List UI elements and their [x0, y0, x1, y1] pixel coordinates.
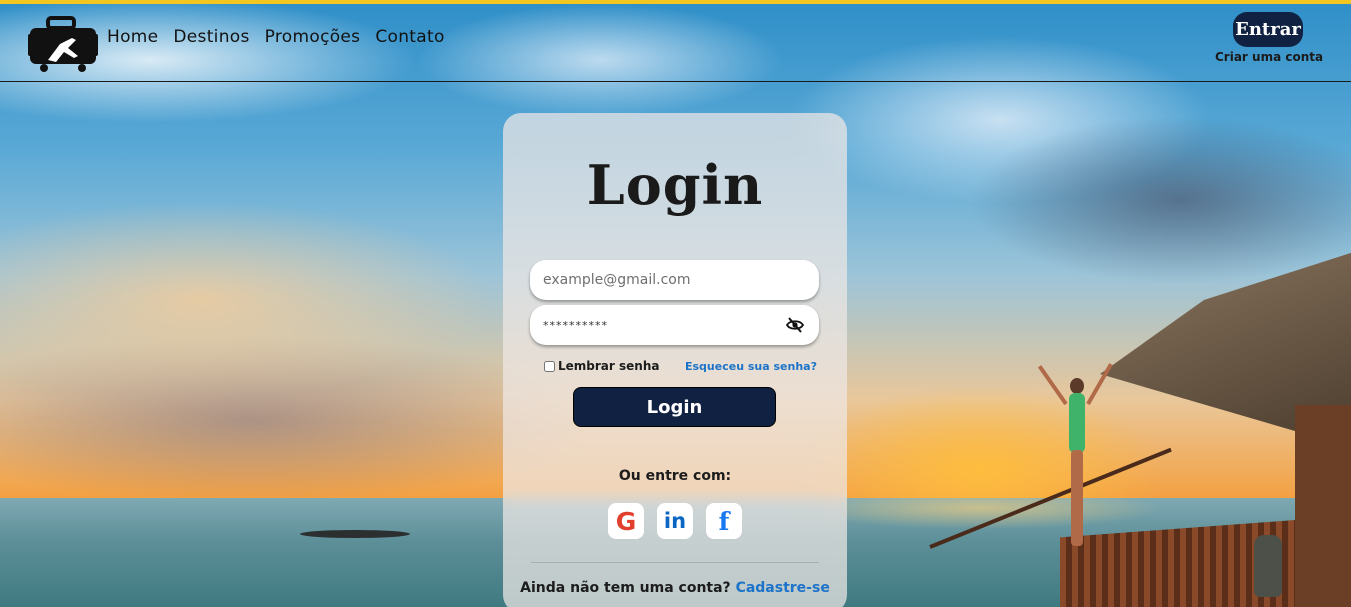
suitcase-plane-icon[interactable]	[28, 16, 98, 74]
login-card: Login Lembrar senha Esqueceu sua senha? …	[503, 113, 847, 607]
criar-conta-link[interactable]: Criar uma conta	[1215, 50, 1325, 64]
google-icon[interactable]: G	[608, 503, 644, 539]
remember-label: Lembrar senha	[558, 359, 660, 373]
site-header: Home Destinos Promoções Contato Entrar C…	[0, 4, 1351, 82]
vase	[1254, 535, 1282, 597]
remember-checkbox[interactable]	[544, 360, 555, 372]
login-button[interactable]: Login	[573, 387, 776, 427]
entrar-button[interactable]: Entrar	[1233, 12, 1303, 47]
person-figure	[1037, 363, 1113, 548]
login-title: Login	[586, 153, 764, 217]
nav-contato[interactable]: Contato	[375, 27, 444, 47]
nav-destinos[interactable]: Destinos	[173, 27, 249, 47]
signup-link[interactable]: Cadastre-se	[736, 580, 830, 596]
eye-slash-icon[interactable]	[785, 317, 805, 333]
forgot-password-link[interactable]: Esqueceu sua senha?	[685, 360, 817, 373]
signup-text: Ainda não tem uma conta?	[520, 580, 731, 596]
or-login-with-label: Ou entre com:	[618, 468, 732, 484]
hut-post	[1295, 405, 1351, 607]
main-nav: Home Destinos Promoções Contato	[107, 27, 445, 47]
email-input[interactable]	[543, 272, 773, 288]
facebook-icon[interactable]: f	[706, 503, 742, 539]
signup-prompt: Ainda não tem uma conta? Cadastre-se	[503, 580, 847, 596]
remember-password[interactable]: Lembrar senha	[544, 359, 659, 373]
linkedin-icon[interactable]: in	[657, 503, 693, 539]
password-field[interactable]	[530, 305, 819, 345]
nav-home[interactable]: Home	[107, 27, 158, 47]
email-field[interactable]	[530, 260, 819, 300]
divider	[531, 562, 819, 563]
rocks	[300, 530, 410, 538]
social-login-buttons: G in f	[608, 503, 742, 539]
nav-promocoes[interactable]: Promoções	[265, 27, 361, 47]
password-input[interactable]	[543, 318, 773, 332]
